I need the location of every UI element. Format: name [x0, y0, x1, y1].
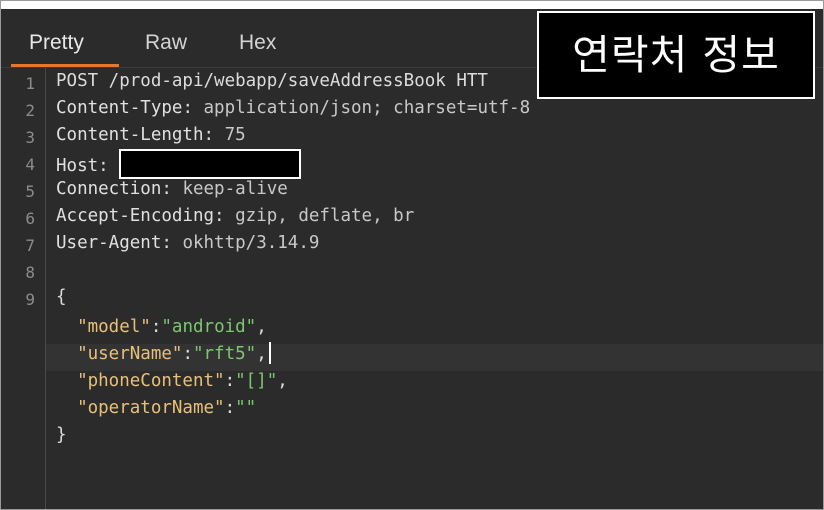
- header-value: 75: [224, 125, 246, 145]
- line-number: 8: [25, 263, 35, 282]
- json-key: "model": [77, 317, 151, 337]
- line-number: 9: [25, 290, 35, 309]
- header-name: Connection: [56, 179, 162, 199]
- json-key: "phoneContent": [77, 371, 225, 391]
- header-line: Connection: keep-alive: [56, 179, 288, 199]
- header-line: Content-Type: application/json; charset=…: [56, 98, 531, 118]
- json-key: "operatorName": [77, 398, 225, 418]
- header-name: Content-Type: [56, 98, 183, 118]
- json-value: "[]": [235, 371, 278, 391]
- top-strip: [1, 1, 823, 9]
- json-value: "rft5": [192, 344, 257, 364]
- request-line: POST /prod-api/webapp/saveAddressBook HT…: [56, 71, 488, 91]
- line-number: 3: [25, 128, 35, 147]
- json-field: "phoneContent":"[]",: [77, 371, 288, 391]
- header-line: Accept-Encoding: gzip, deflate, br: [56, 206, 415, 226]
- line-number: 1: [25, 74, 35, 93]
- header-value: okhttp/3.14.9: [182, 233, 320, 253]
- active-tab-indicator: [11, 64, 119, 67]
- json-key: "userName": [77, 344, 183, 364]
- header-value: application/json; charset=utf-8: [203, 98, 531, 118]
- json-open-brace: {: [56, 287, 67, 307]
- json-field: "userName":"rft5",: [56, 341, 271, 368]
- line-number: 6: [25, 209, 35, 228]
- line-number: 4: [25, 155, 35, 174]
- json-field: "model":"android",: [77, 317, 267, 337]
- json-field: "operatorName":"": [77, 398, 257, 418]
- redaction-box: [119, 149, 302, 179]
- http-message-editor: Pretty Raw Hex 연락처 정보 1 2 3 4 5 6 7 8 9 …: [0, 0, 824, 510]
- header-name: Content-Length: [56, 125, 204, 145]
- code-editor[interactable]: 1 2 3 4 5 6 7 8 9 POST /prod-api/webapp/…: [1, 68, 823, 509]
- line-number: 7: [25, 236, 35, 255]
- json-value: "android": [161, 317, 257, 337]
- line-number: 5: [25, 182, 35, 201]
- gutter-divider: [45, 68, 46, 509]
- overlay-caption: 연락처 정보: [537, 11, 815, 99]
- header-line: Content-Length: 75: [56, 125, 246, 145]
- json-value: "": [235, 398, 257, 418]
- tab-raw[interactable]: Raw: [145, 31, 187, 55]
- header-name: User-Agent: [56, 233, 162, 253]
- header-name: Host: [56, 156, 99, 176]
- tab-hex[interactable]: Hex: [239, 31, 276, 55]
- header-line: User-Agent: okhttp/3.14.9: [56, 233, 320, 253]
- text-cursor: [268, 342, 271, 364]
- header-value: keep-alive: [182, 179, 288, 199]
- tab-pretty[interactable]: Pretty: [29, 31, 84, 55]
- header-value: gzip, deflate, br: [235, 206, 415, 226]
- line-number: 2: [25, 101, 35, 120]
- header-name: Accept-Encoding: [56, 206, 215, 226]
- json-close-brace: }: [56, 425, 67, 445]
